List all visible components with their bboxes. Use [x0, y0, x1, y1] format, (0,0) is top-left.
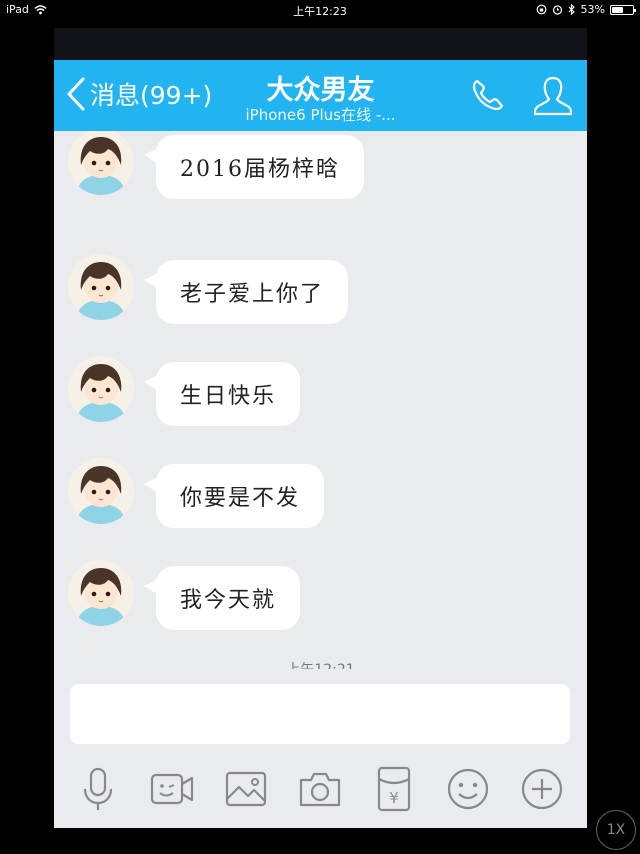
message-bubble[interactable]: 我今天就 — [143, 566, 301, 630]
battery-icon — [610, 4, 636, 15]
avatar[interactable] — [68, 131, 134, 195]
online-status: iPhone6 Plus在线 -... — [245, 106, 396, 124]
message-bubble[interactable]: 2016届杨梓晗 — [144, 135, 364, 199]
message-input[interactable] — [70, 684, 570, 744]
red-envelope-icon: ¥ — [377, 766, 411, 812]
message-bubble[interactable]: 生日快乐 — [143, 362, 301, 426]
avatar[interactable] — [68, 458, 134, 524]
message-bubble[interactable]: 你要是不发 — [143, 464, 325, 528]
red-envelope-symbol: ¥ — [389, 789, 399, 807]
input-toolbar: ¥ — [54, 759, 587, 819]
message-row: 2016届杨梓晗 — [68, 131, 364, 199]
message-row: 我今天就 — [68, 560, 301, 630]
battery-percent: 53% — [580, 3, 605, 16]
status-bar: iPad 上午12:23 53% — [0, 0, 640, 20]
app-top-strip — [54, 28, 587, 60]
microphone-icon[interactable] — [74, 765, 122, 813]
phone-icon[interactable] — [467, 76, 507, 116]
profile-icon[interactable] — [531, 74, 575, 118]
image-icon[interactable] — [222, 765, 270, 813]
message-row: 老子爱上你了 — [68, 254, 349, 324]
plus-icon[interactable] — [518, 765, 566, 813]
avatar[interactable] — [68, 356, 134, 422]
emoji-icon[interactable] — [444, 765, 492, 813]
avatar-image — [68, 254, 134, 320]
message-list[interactable]: 2016届杨梓晗 老子爱上你了 生日快乐 你要是不发 我今天就 — [54, 131, 587, 669]
nav-bar: 消息(99+) 大众男友 iPhone6 Plus在线 -... — [54, 60, 587, 131]
message-row: 你要是不发 — [68, 458, 325, 528]
chat-window: 消息(99+) 大众男友 iPhone6 Plus在线 -... 2016届杨梓… — [54, 28, 587, 828]
red-envelope-button[interactable]: ¥ — [370, 765, 418, 813]
chat-title: 大众男友 — [266, 75, 375, 106]
avatar-image — [68, 458, 134, 524]
zoom-button[interactable]: 1X — [596, 810, 636, 850]
avatar[interactable] — [68, 254, 134, 320]
battery-level — [612, 6, 623, 13]
message-timestamp: 上午12:21 — [54, 659, 587, 669]
avatar-image — [68, 560, 134, 626]
alarm-icon — [552, 5, 562, 15]
input-area: ¥ — [54, 669, 587, 828]
message-row: 生日快乐 — [68, 356, 301, 426]
camera-icon[interactable] — [296, 765, 344, 813]
video-icon[interactable] — [148, 765, 196, 813]
bluetooth-icon — [568, 4, 575, 15]
orientation-lock-icon — [536, 4, 546, 15]
avatar-image — [68, 356, 134, 422]
avatar-image — [68, 131, 134, 195]
message-bubble[interactable]: 老子爱上你了 — [143, 260, 349, 324]
avatar[interactable] — [68, 560, 134, 626]
